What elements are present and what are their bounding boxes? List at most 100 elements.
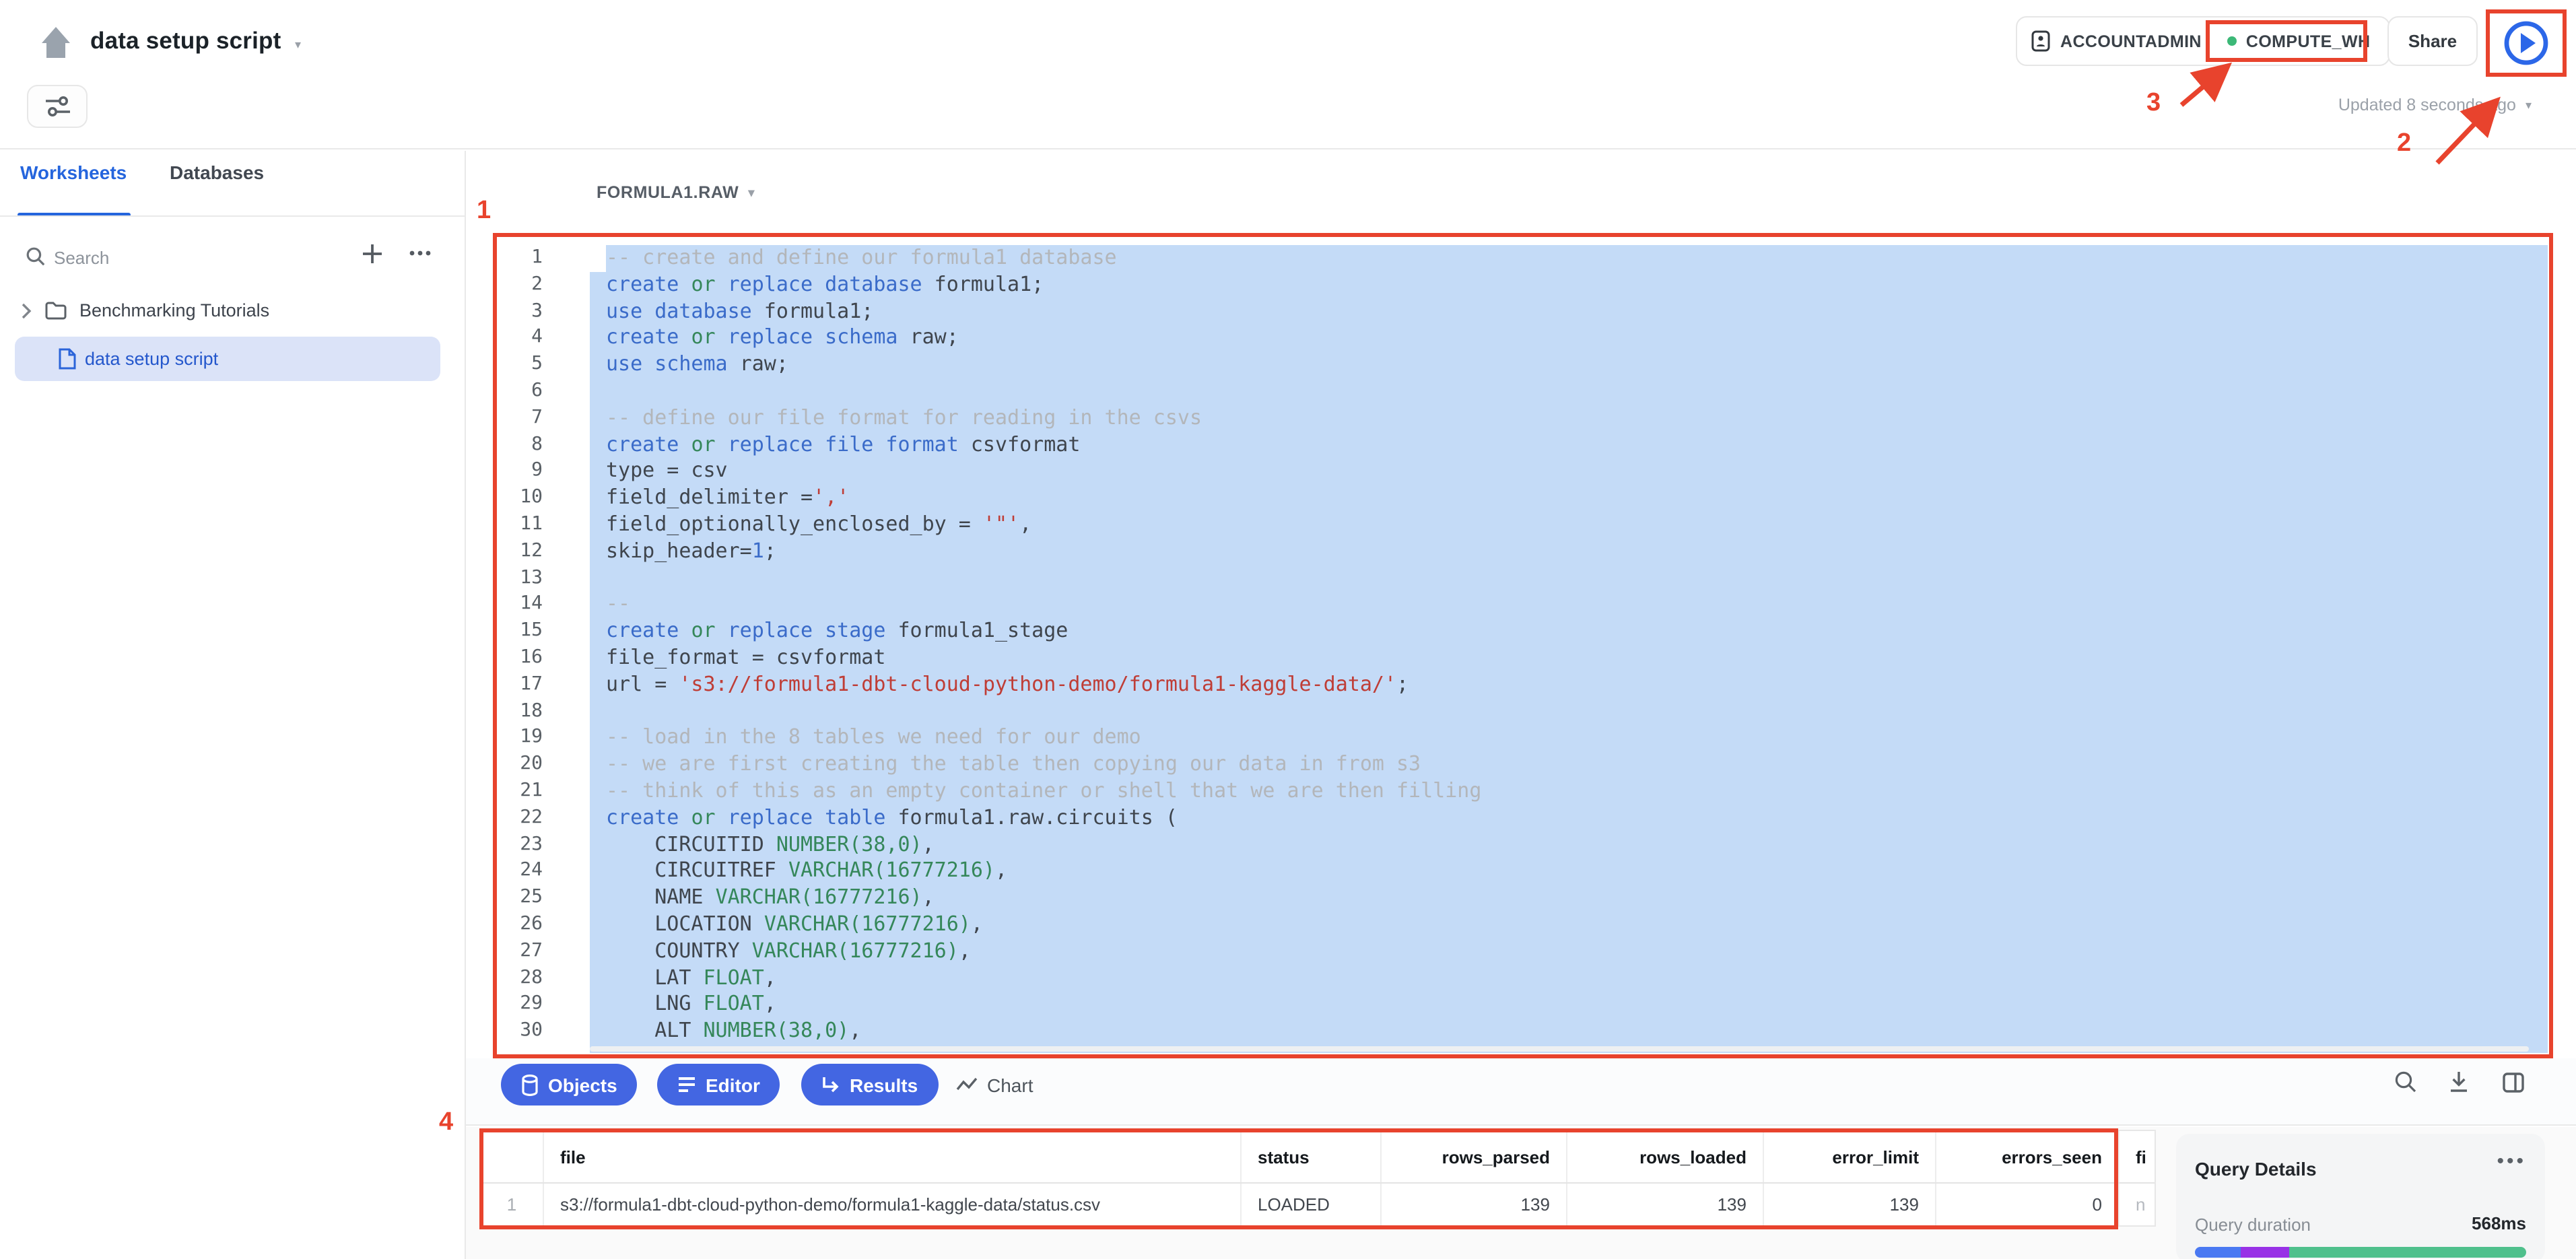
table-cell: 1 <box>481 1184 544 1225</box>
column-header-status[interactable]: status <box>1242 1131 1382 1182</box>
worksheet-item-selected[interactable]: data setup script <box>15 337 440 381</box>
text-lines-icon <box>677 1076 696 1093</box>
code-text: LAT FLOAT, <box>590 965 2548 992</box>
download-icon <box>2448 1070 2470 1093</box>
tab-results[interactable]: Results <box>801 1064 938 1105</box>
code-text: type = csv <box>590 458 2548 485</box>
line-number: 9 <box>498 458 543 485</box>
tab-results-label: Results <box>850 1074 918 1095</box>
session-context-pill[interactable]: ACCOUNTADMIN COMPUTE_WH <box>2016 16 2390 66</box>
result-tabbar: Objects Editor Results Chart <box>466 1058 2576 1126</box>
table-cell: 0 <box>1936 1184 2120 1225</box>
filters-button[interactable] <box>27 85 88 128</box>
role-badge-icon <box>2031 30 2051 53</box>
query-details-panel: Query Details ••• Query duration 568ms <box>2176 1134 2545 1259</box>
run-button[interactable] <box>2502 19 2550 67</box>
column-header-rows_loaded[interactable]: rows_loaded <box>1567 1131 1764 1182</box>
column-header-error_limit[interactable]: error_limit <box>1764 1131 1936 1182</box>
split-view-button[interactable] <box>2497 1068 2529 1100</box>
updated-text: Updated 8 seconds ago <box>2338 96 2516 114</box>
code-text: create or replace file format csvformat <box>590 432 2548 458</box>
tab-editor[interactable]: Editor <box>657 1064 780 1105</box>
title-caret-down-icon[interactable]: ▾ <box>295 38 301 53</box>
tab-objects-label: Objects <box>548 1074 617 1095</box>
search-input[interactable]: Search <box>54 248 109 268</box>
code-line-24: 24 CIRCUITREF VARCHAR(16777216), <box>498 858 2548 885</box>
line-number: 22 <box>498 805 543 831</box>
table-cell: 139 <box>1567 1184 1764 1225</box>
code-text: LOCATION VARCHAR(16777216), <box>590 912 2548 939</box>
share-button[interactable]: Share <box>2387 16 2478 66</box>
line-number: 19 <box>498 725 543 752</box>
line-number: 13 <box>498 565 543 592</box>
code-line-5: 5use schema raw; <box>498 351 2548 378</box>
download-results-button[interactable] <box>2443 1068 2475 1100</box>
sidebar: Worksheets Databases Search <box>0 151 466 1259</box>
line-number: 2 <box>498 272 543 299</box>
line-number: 29 <box>498 992 543 1019</box>
line-number: 1 <box>498 245 543 272</box>
code-text: -- create and define our formula1 databa… <box>606 245 2548 272</box>
warehouse-label: COMPUTE_WH <box>2246 32 2371 50</box>
editor-horizontal-scrollbar[interactable] <box>590 1046 2529 1052</box>
query-duration-bar <box>2195 1247 2526 1258</box>
return-arrow-icon <box>821 1075 840 1094</box>
column-header-file[interactable]: file <box>544 1131 1242 1182</box>
updated-status[interactable]: Updated 8 seconds ago▾ <box>2338 96 2532 114</box>
table-row[interactable]: 1s3://formula1-dbt-cloud-python-demo/for… <box>481 1184 2155 1225</box>
context-label: FORMULA1.RAW <box>597 183 739 202</box>
code-text: file_format = csvformat <box>590 645 2548 672</box>
code-line-21: 21-- think of this as an empty container… <box>498 778 2548 805</box>
line-number: 6 <box>498 378 543 405</box>
database-context-selector[interactable]: FORMULA1.RAW ▾ <box>597 183 755 202</box>
code-line-4: 4create or replace schema raw; <box>498 325 2548 352</box>
table-cell: 139 <box>1382 1184 1567 1225</box>
tab-chart[interactable]: Chart <box>956 1064 1033 1105</box>
query-details-more-button[interactable]: ••• <box>2497 1150 2526 1173</box>
worksheet-search-row: Search <box>0 234 466 283</box>
folder-row-benchmarking-tutorials[interactable]: Benchmarking Tutorials <box>0 292 466 333</box>
code-text: field_delimiter =',' <box>590 485 2548 512</box>
code-line-18: 18 <box>498 698 2548 725</box>
column-header-rownum[interactable] <box>481 1131 544 1182</box>
search-results-button[interactable] <box>2389 1068 2421 1100</box>
tab-databases[interactable]: Databases <box>170 162 264 183</box>
tab-worksheets[interactable]: Worksheets <box>20 162 127 183</box>
new-worksheet-button[interactable] <box>361 242 384 269</box>
tab-objects[interactable]: Objects <box>501 1064 638 1105</box>
columns-layout-icon <box>2501 1071 2524 1093</box>
column-overflow-stub: n <box>2120 1184 2155 1225</box>
worksheet-item-label: data setup script <box>85 349 218 369</box>
chart-line-icon <box>956 1077 978 1093</box>
code-line-28: 28 LAT FLOAT, <box>498 965 2548 992</box>
code-text: CIRCUITREF VARCHAR(16777216), <box>590 858 2548 885</box>
chevron-right-icon[interactable] <box>20 302 32 320</box>
code-line-3: 3use database formula1; <box>498 298 2548 325</box>
folder-label: Benchmarking Tutorials <box>79 300 269 320</box>
line-number: 15 <box>498 618 543 645</box>
line-number: 24 <box>498 858 543 885</box>
code-line-2: 2create or replace database formula1; <box>498 272 2548 299</box>
code-text: ALT NUMBER(38,0), <box>590 1018 2548 1045</box>
code-text <box>590 378 2548 405</box>
code-text: -- load in the 8 tables we need for our … <box>590 725 2548 752</box>
column-header-errors_seen[interactable]: errors_seen <box>1936 1131 2120 1182</box>
code-line-10: 10field_delimiter =',' <box>498 485 2548 512</box>
code-text: create or replace stage formula1_stage <box>590 618 2548 645</box>
tab-editor-label: Editor <box>706 1074 760 1095</box>
sidebar-more-button[interactable] <box>408 244 432 267</box>
ellipsis-icon <box>408 244 432 263</box>
duration-bar-segment-3 <box>2289 1247 2526 1258</box>
code-text: skip_header=1; <box>590 539 2548 566</box>
context-caret-down-icon: ▾ <box>748 186 755 201</box>
sql-editor[interactable]: 1 -- create and define our formula1 datab… <box>498 238 2548 1053</box>
code-line-7: 7-- define our file format for reading i… <box>498 405 2548 432</box>
code-line-11: 11field_optionally_enclosed_by = '"', <box>498 512 2548 539</box>
divider <box>0 215 466 217</box>
page-title[interactable]: data setup script <box>90 27 281 55</box>
home-icon[interactable] <box>40 26 71 59</box>
column-header-rows_parsed[interactable]: rows_parsed <box>1382 1131 1567 1182</box>
line-number: 4 <box>498 325 543 352</box>
line-number: 21 <box>498 778 543 805</box>
database-cylinder-icon <box>521 1074 539 1095</box>
